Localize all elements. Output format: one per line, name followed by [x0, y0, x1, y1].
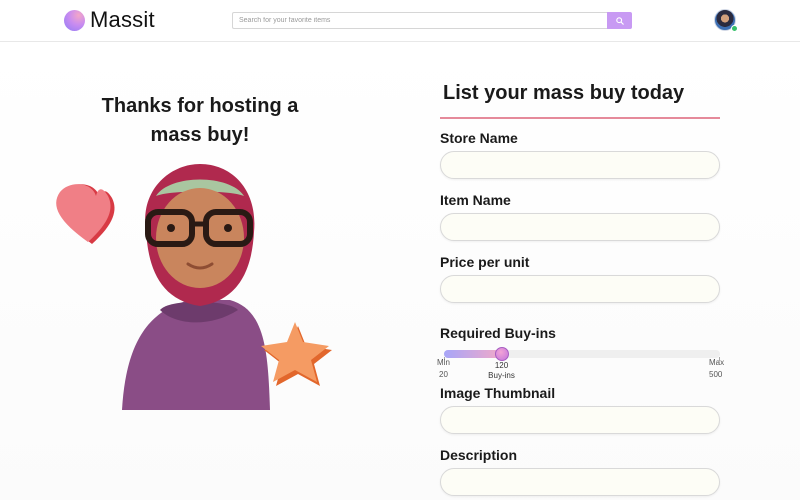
search-icon — [615, 16, 624, 25]
image-thumbnail-label: Image Thumbnail — [440, 385, 556, 401]
slider-min-label: Min — [437, 358, 450, 367]
image-thumbnail-input[interactable] — [440, 406, 720, 434]
buyins-slider-track[interactable] — [444, 350, 720, 358]
item-name-input[interactable] — [440, 213, 720, 241]
buyins-slider-thumb[interactable] — [494, 347, 509, 361]
price-per-unit-label: Price per unit — [440, 254, 530, 270]
store-name-label: Store Name — [440, 130, 518, 146]
star-icon — [261, 322, 332, 386]
required-buyins-label: Required Buy-ins — [440, 325, 556, 341]
thanks-heading: Thanks for hosting a mass buy! — [101, 95, 299, 146]
heart-icon — [56, 184, 115, 244]
description-label: Description — [440, 447, 518, 463]
description-input[interactable] — [440, 468, 720, 496]
slider-max-label: Max — [709, 358, 725, 367]
slider-current-value: 120 — [494, 361, 509, 370]
brand-name[interactable]: Massit — [90, 7, 155, 33]
slider-min-value: 20 — [439, 370, 448, 379]
slider-current-caption: Buy-ins — [488, 371, 515, 380]
item-name-label: Item Name — [440, 192, 511, 208]
title-divider — [440, 117, 720, 119]
online-status-indicator — [731, 25, 738, 32]
store-name-input[interactable] — [440, 151, 720, 179]
price-per-unit-input[interactable] — [440, 275, 720, 303]
top-header: Massit — [0, 0, 800, 42]
buyins-slider-fill — [444, 350, 502, 358]
form-title: List your mass buy today — [443, 82, 685, 104]
massit-logo-icon[interactable] — [64, 10, 85, 31]
host-illustration — [56, 164, 332, 410]
search-input[interactable] — [232, 12, 607, 29]
slider-max-value: 500 — [709, 370, 723, 379]
search-button[interactable] — [607, 12, 632, 29]
